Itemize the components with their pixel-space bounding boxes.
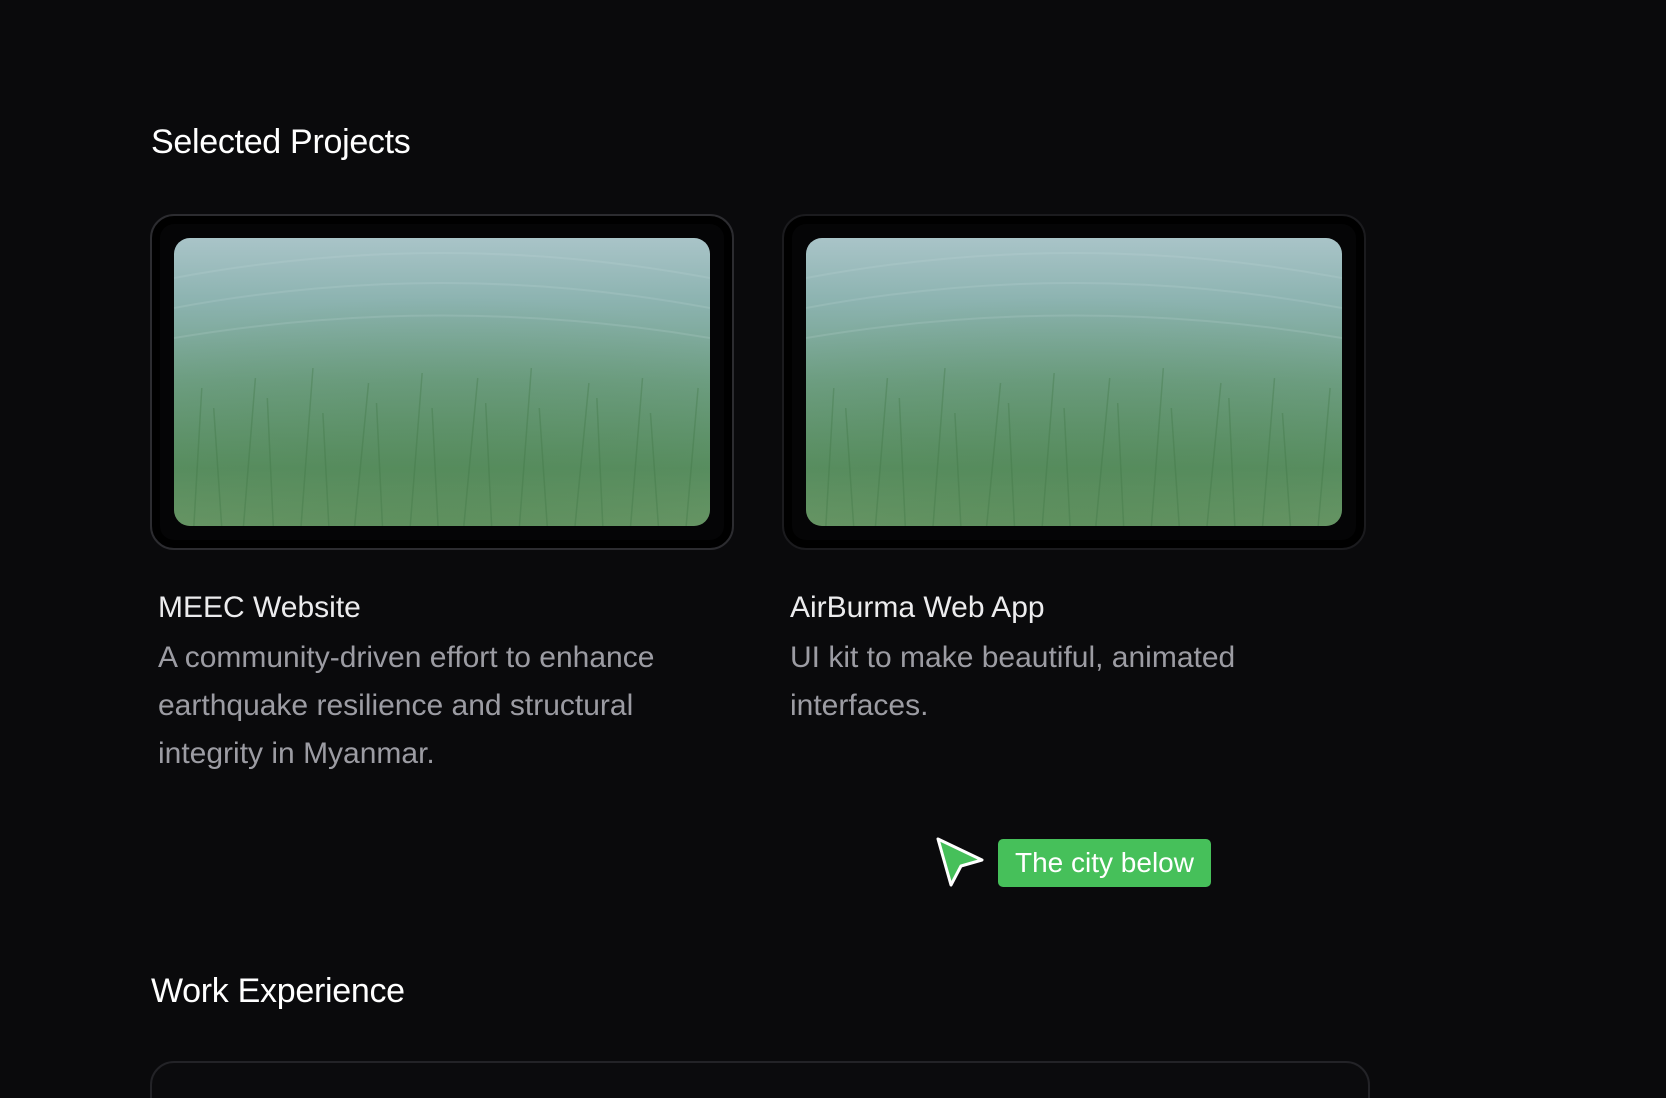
project-description: A community-driven effort to enhance ear… — [158, 641, 655, 770]
project-title[interactable]: AirBurma Web App — [790, 588, 1366, 628]
cursor-label: The city below — [998, 839, 1211, 887]
portfolio-page: Selected Projects MEEC Website A communi… — [0, 0, 1666, 1098]
project-thumbnail-frame[interactable] — [782, 214, 1366, 550]
cursor-arrow-icon — [934, 836, 986, 888]
work-experience-card[interactable] — [150, 1061, 1370, 1098]
project-card-airburma[interactable]: AirBurma Web App UI kit to make beautifu… — [782, 214, 1366, 730]
project-card-meec[interactable]: MEEC Website A community-driven effort t… — [150, 214, 734, 778]
underwater-seagrass-image — [174, 238, 710, 526]
project-description: UI kit to make beautiful, animated inter… — [790, 641, 1236, 722]
work-experience-heading: Work Experience — [151, 972, 405, 1010]
project-title[interactable]: MEEC Website — [158, 588, 734, 628]
selected-projects-heading: Selected Projects — [151, 123, 411, 161]
project-thumbnail-frame[interactable] — [150, 214, 734, 550]
underwater-seagrass-image — [806, 238, 1342, 526]
